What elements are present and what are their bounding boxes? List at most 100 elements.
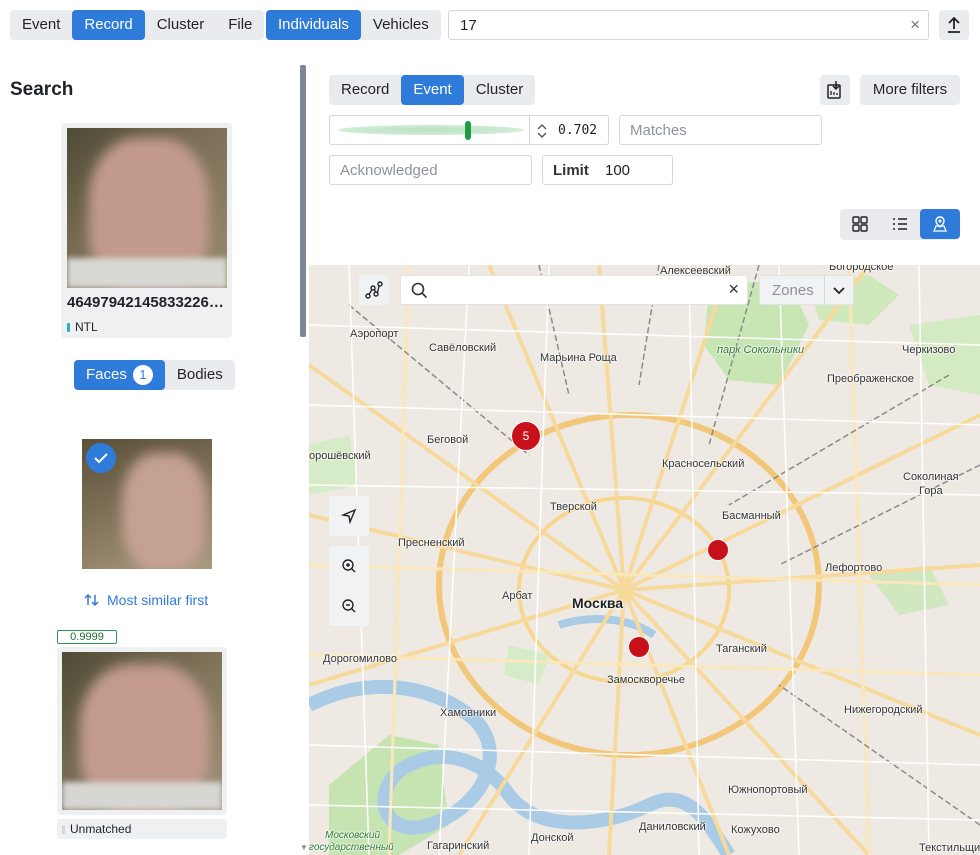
map-label: Нижегородский xyxy=(844,704,923,716)
cluster-marker[interactable]: 5 xyxy=(511,421,541,451)
result-face-image xyxy=(62,652,222,810)
map-label: Лефортово xyxy=(825,562,883,574)
event-marker[interactable] xyxy=(628,636,650,658)
view-tabs: Record Event Cluster xyxy=(329,75,536,105)
tab-bodies[interactable]: Bodies xyxy=(165,360,235,390)
map-label: Преображенское xyxy=(827,373,915,385)
status-color-mark xyxy=(62,824,65,834)
map-search-clear-icon[interactable]: × xyxy=(728,279,739,300)
top-search-value: 17 xyxy=(460,17,477,34)
tab-cluster[interactable]: Cluster xyxy=(145,10,217,40)
threshold-slider-track[interactable] xyxy=(338,125,524,135)
map-label: Марьина Роща xyxy=(540,352,617,364)
tab-record[interactable]: Record xyxy=(72,10,145,40)
map-label: Москва xyxy=(572,595,624,611)
result-status-label: Unmatched xyxy=(70,822,132,836)
map-label: Текстильщики xyxy=(919,842,980,854)
map-label: Черкизово xyxy=(902,344,956,356)
map-tiles[interactable] xyxy=(309,265,980,855)
limit-value: 100 xyxy=(605,162,631,179)
object-type-tabs: Individuals Vehicles xyxy=(266,10,441,40)
map-label: Гора xyxy=(919,485,943,497)
tab-vehicles[interactable]: Vehicles xyxy=(361,10,441,40)
map-label: Замоскворечье xyxy=(607,674,686,686)
grid-view-button[interactable] xyxy=(840,209,880,239)
acknowledged-placeholder: Acknowledged xyxy=(340,162,438,179)
list-view-button[interactable] xyxy=(880,209,920,239)
map-search-input[interactable]: × xyxy=(400,275,748,305)
top-search-input[interactable]: 17 × xyxy=(448,10,929,40)
tab-view-event[interactable]: Event xyxy=(401,75,464,105)
zones-label: Zones xyxy=(772,282,814,299)
map-label: Даниловский xyxy=(639,821,706,833)
map-label: Беговой xyxy=(427,434,469,446)
tab-individuals[interactable]: Individuals xyxy=(266,10,361,40)
tab-view-cluster[interactable]: Cluster xyxy=(464,75,536,105)
threshold-value[interactable]: 0.702 xyxy=(558,123,597,138)
track-button[interactable] xyxy=(359,275,389,305)
check-icon[interactable] xyxy=(86,443,116,473)
result-status: Unmatched xyxy=(57,819,227,839)
acknowledged-select[interactable]: Acknowledged xyxy=(329,155,532,185)
threshold-control: 0.702 xyxy=(329,115,609,145)
faces-count-badge: 1 xyxy=(132,365,153,385)
stepper-icon[interactable] xyxy=(536,123,548,139)
selected-face-thumbnail[interactable] xyxy=(82,439,212,569)
map-label: государственный xyxy=(309,842,394,853)
zoom-out-button[interactable] xyxy=(329,586,369,626)
card-id: 46497942145833226… xyxy=(67,294,224,311)
map-label: Таганский xyxy=(716,643,767,655)
scroll-down-icon[interactable]: ▼ xyxy=(300,843,308,852)
record-type-tabs: Event Record Cluster File xyxy=(10,10,265,40)
tab-event[interactable]: Event xyxy=(10,10,72,40)
tab-view-record[interactable]: Record xyxy=(329,75,401,105)
export-button[interactable] xyxy=(820,75,850,105)
zones-divider xyxy=(824,276,825,304)
locate-button[interactable] xyxy=(329,496,369,536)
card-tag: NTL xyxy=(67,320,98,334)
card-tag-label: NTL xyxy=(75,320,98,334)
faces-bodies-tabs: Faces 1 Bodies xyxy=(74,360,235,390)
zoom-in-button[interactable] xyxy=(329,546,369,586)
event-marker[interactable] xyxy=(707,539,729,561)
splitter-handle[interactable] xyxy=(300,65,306,337)
map-view-button[interactable] xyxy=(920,209,960,239)
limit-input[interactable]: Limit 100 xyxy=(542,155,673,185)
sort-label: Most similar first xyxy=(107,592,209,608)
map-label: Кожухово xyxy=(731,824,780,836)
list-icon xyxy=(893,218,907,230)
map-label: Аэропорт xyxy=(350,328,399,340)
matches-input[interactable]: Matches xyxy=(619,115,822,145)
map-label: орошёвский xyxy=(309,450,371,462)
search-icon xyxy=(411,282,428,299)
limit-label: Limit xyxy=(553,162,589,179)
sort-button[interactable]: Most similar first xyxy=(84,592,208,608)
upload-button[interactable] xyxy=(939,10,969,40)
search-card[interactable]: 46497942145833226… NTL xyxy=(61,123,232,338)
more-filters-button[interactable]: More filters xyxy=(860,75,960,105)
zoom-out-icon xyxy=(342,599,356,613)
tag-color-mark xyxy=(67,322,70,332)
map-label: Южнопортовый xyxy=(728,784,808,796)
clear-icon[interactable]: × xyxy=(910,15,920,35)
tab-file[interactable]: File xyxy=(216,10,264,40)
display-mode-tabs xyxy=(840,209,960,240)
grid-icon xyxy=(852,216,868,232)
tab-faces[interactable]: Faces 1 xyxy=(74,360,165,390)
map-label: парк Сокольники xyxy=(717,344,805,356)
chevron-down-icon[interactable] xyxy=(832,286,846,296)
result-card[interactable] xyxy=(57,647,227,815)
zoom-in-icon xyxy=(342,559,356,573)
map-label: Московский xyxy=(325,830,381,841)
slider-divider xyxy=(529,116,530,144)
threshold-slider-thumb[interactable] xyxy=(465,121,472,140)
navigation-icon xyxy=(341,508,357,524)
map-label: Соколиная xyxy=(903,471,959,483)
map-label: Пресненский xyxy=(398,537,465,549)
zones-select[interactable]: Zones xyxy=(759,275,854,305)
map[interactable]: Алексеевский Богородское Аэропорт Савёло… xyxy=(309,265,980,855)
search-face-image xyxy=(67,128,227,288)
sort-icon xyxy=(84,593,99,607)
map-label: Арбат xyxy=(502,590,533,602)
map-label: Дорогомилово xyxy=(323,653,398,665)
